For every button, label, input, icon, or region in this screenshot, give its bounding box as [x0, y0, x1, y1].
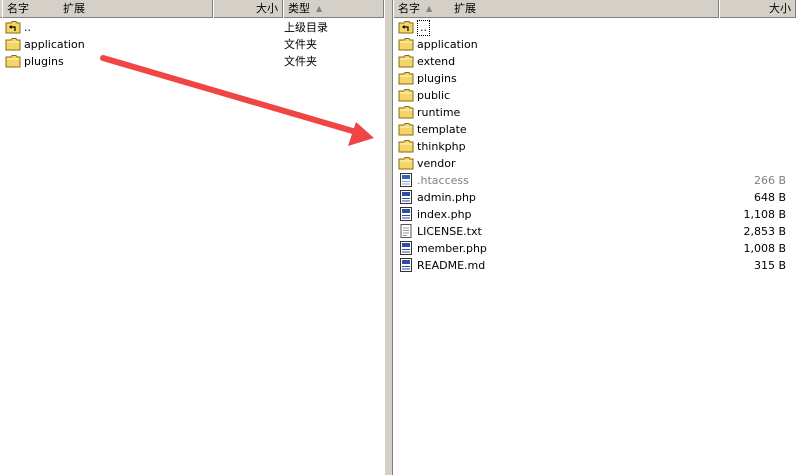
file-name: .. — [24, 21, 31, 34]
file-size: 315 B — [753, 259, 786, 272]
file-row[interactable]: template — [398, 121, 792, 138]
file-type: 文件夹 — [284, 38, 317, 51]
file-row[interactable]: member.php 1,008 B — [398, 240, 792, 257]
folder-icon — [398, 71, 414, 85]
file-name: .htaccess — [417, 174, 469, 187]
php-file-icon — [398, 190, 414, 204]
left-col-name-label: 名字 — [7, 2, 29, 15]
sort-asc-icon: ▲ — [426, 4, 433, 13]
folder-icon — [398, 54, 414, 68]
left-col-type[interactable]: 类型 ▲ — [283, 0, 384, 18]
php-file-icon — [398, 207, 414, 221]
file-row[interactable]: .. 上级目录 — [5, 19, 380, 36]
left-col-ext-label[interactable]: 扩展 — [63, 0, 85, 18]
file-row[interactable]: admin.php 648 B — [398, 189, 792, 206]
file-row[interactable]: .htaccess 266 B — [398, 172, 792, 189]
file-name: application — [24, 38, 85, 51]
left-col-size[interactable]: 大小 — [213, 0, 283, 18]
file-row[interactable]: application 文件夹 — [5, 36, 380, 53]
file-name: extend — [417, 55, 456, 68]
file-type: 上级目录 — [284, 21, 328, 34]
folder-icon — [398, 122, 414, 136]
file-name: member.php — [417, 242, 487, 255]
file-size: 1,108 B — [743, 208, 786, 221]
file-row[interactable]: public — [398, 87, 792, 104]
file-row[interactable]: index.php 1,108 B — [398, 206, 792, 223]
file-size: 2,853 B — [743, 225, 786, 238]
file-size: 648 B — [753, 191, 786, 204]
file-row[interactable]: README.md 315 B — [398, 257, 792, 274]
left-col-name[interactable]: 名字 扩展 — [2, 0, 213, 18]
file-row[interactable]: plugins 文件夹 — [5, 53, 380, 70]
file-name: template — [417, 123, 467, 136]
file-name: admin.php — [417, 191, 476, 204]
php-file-icon — [398, 258, 414, 272]
file-name: .. — [417, 20, 430, 36]
file-row[interactable]: thinkphp — [398, 138, 792, 155]
left-header: 名字 扩展 大小 类型 ▲ — [0, 0, 384, 18]
right-col-size[interactable]: 大小 — [719, 0, 796, 18]
right-col-name-label: 名字 — [398, 2, 420, 15]
file-size: 1,008 B — [743, 242, 786, 255]
file-name: vendor — [417, 157, 456, 170]
file-size: 266 B — [753, 174, 786, 187]
file-name: plugins — [417, 72, 457, 85]
file-name: thinkphp — [417, 140, 466, 153]
right-header: 名字 ▲ 扩展 大小 — [393, 0, 796, 18]
right-col-name[interactable]: 名字 ▲ 扩展 — [393, 0, 719, 18]
folder-icon — [398, 156, 414, 170]
file-row[interactable]: .. — [398, 19, 792, 36]
file-icon — [398, 173, 414, 187]
file-name: public — [417, 89, 451, 102]
folder-icon — [398, 105, 414, 119]
left-col-type-label: 类型 — [288, 2, 310, 15]
file-row[interactable]: vendor — [398, 155, 792, 172]
file-name: application — [417, 38, 478, 51]
file-name: LICENSE.txt — [417, 225, 482, 238]
file-row[interactable]: runtime — [398, 104, 792, 121]
folder-up-icon — [398, 20, 414, 34]
left-col-size-label: 大小 — [256, 2, 278, 15]
remote-file-list[interactable]: 名字 ▲ 扩展 大小 .. application extend plugins publ… — [393, 0, 796, 475]
sort-asc-icon: ▲ — [316, 4, 323, 13]
local-file-list[interactable]: 名字 扩展 大小 类型 ▲ .. 上级目录 application 文件夹 plugins… — [0, 0, 384, 475]
right-col-ext-label[interactable]: 扩展 — [454, 0, 476, 18]
file-row[interactable]: application — [398, 36, 792, 53]
file-row[interactable]: LICENSE.txt 2,853 B — [398, 223, 792, 240]
file-name: index.php — [417, 208, 472, 221]
file-row[interactable]: plugins — [398, 70, 792, 87]
folder-icon — [5, 37, 21, 51]
file-name: README.md — [417, 259, 486, 272]
folder-icon — [398, 37, 414, 51]
file-row[interactable]: extend — [398, 53, 792, 70]
folder-icon — [398, 139, 414, 153]
file-type: 文件夹 — [284, 55, 317, 68]
folder-icon — [398, 88, 414, 102]
pane-splitter[interactable] — [384, 0, 393, 475]
folder-icon — [5, 54, 21, 68]
file-name: plugins — [24, 55, 64, 68]
file-name: runtime — [417, 106, 461, 119]
right-col-size-label: 大小 — [769, 2, 791, 15]
text-file-icon — [398, 224, 414, 238]
php-file-icon — [398, 241, 414, 255]
folder-up-icon — [5, 20, 21, 34]
